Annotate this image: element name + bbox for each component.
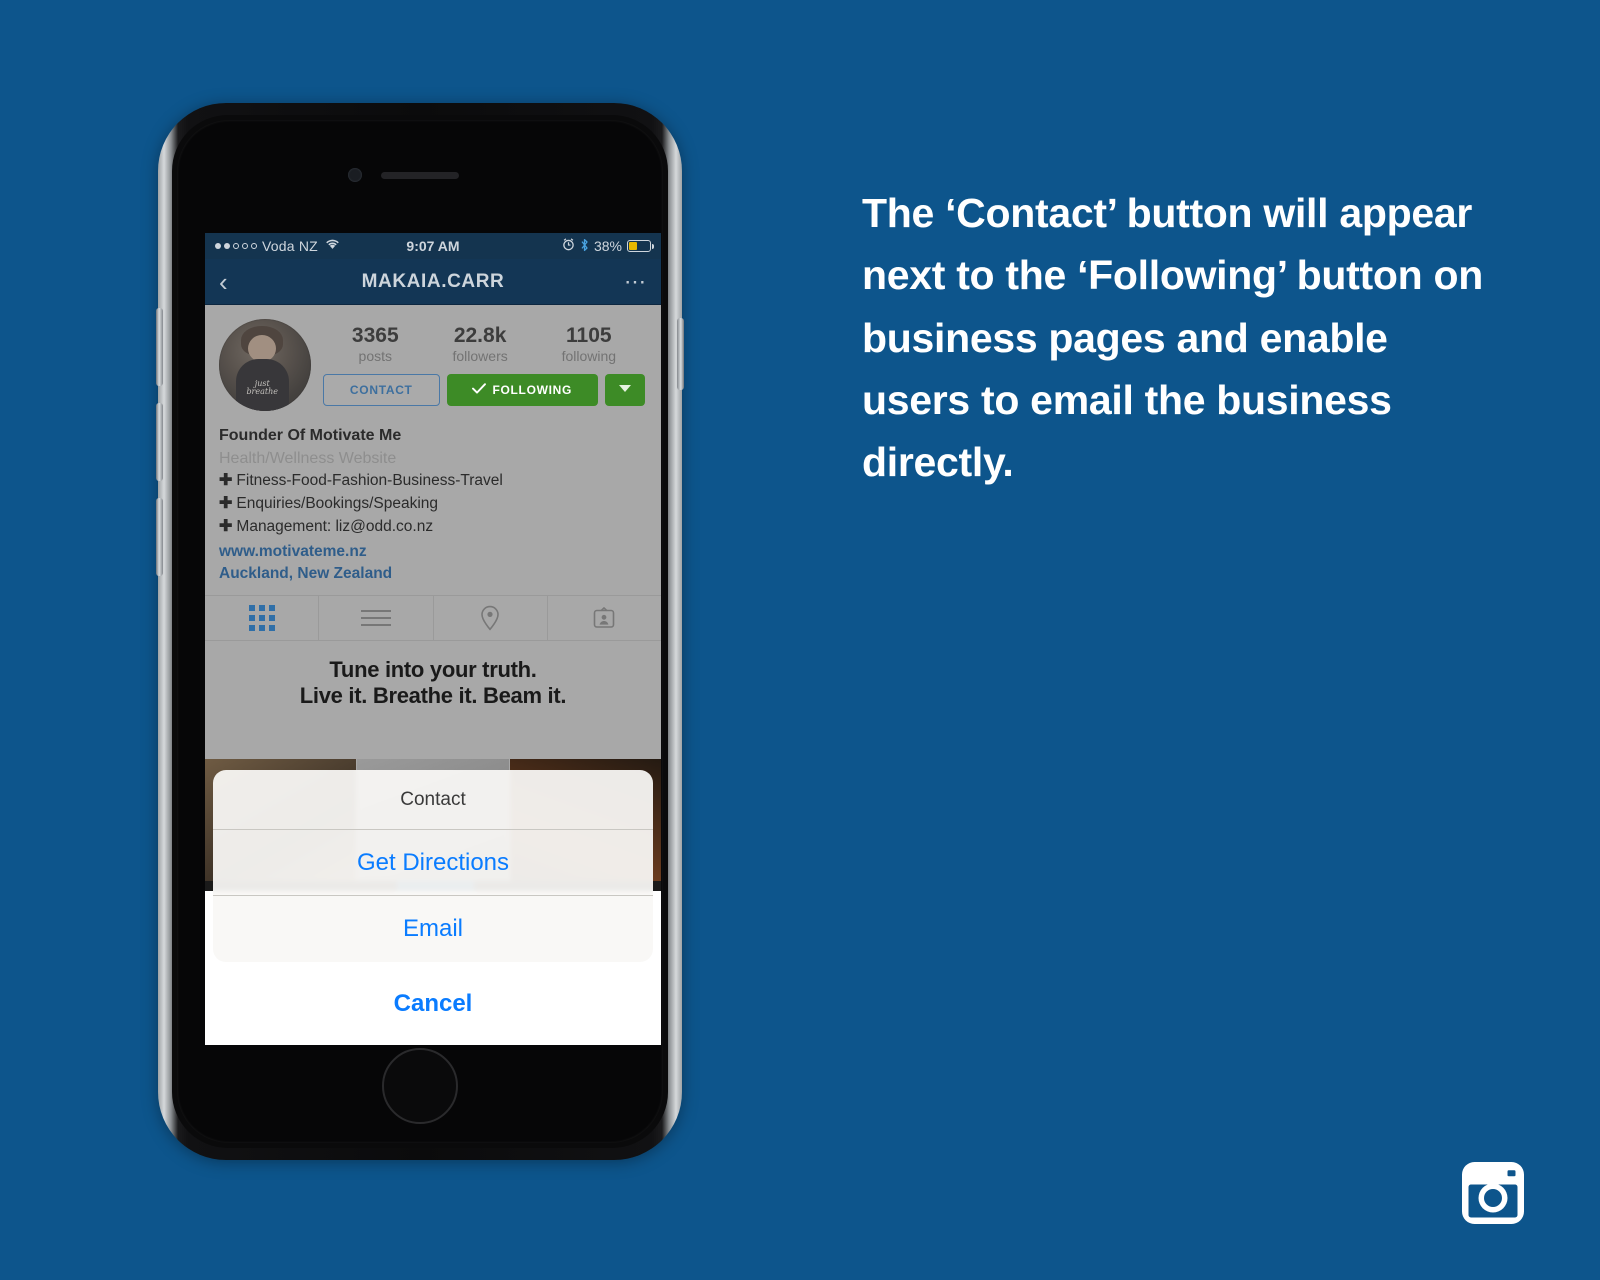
battery-icon [627, 240, 654, 252]
status-bar-right: 38% [562, 238, 654, 255]
email-option[interactable]: Email [213, 896, 653, 962]
front-camera-icon [348, 168, 362, 182]
instagram-logo [1448, 1148, 1538, 1238]
volume-down-button[interactable] [156, 498, 163, 576]
bluetooth-icon [580, 238, 589, 255]
more-options-button[interactable]: ⋯ [624, 270, 647, 292]
action-sheet-title: Contact [213, 770, 653, 830]
action-sheet-panel: Contact Get Directions Email [213, 770, 653, 962]
phone-screen: Voda NZ 9:07 AM 38% ‹ MAKAIA.CARR ⋯ just… [205, 233, 661, 1045]
alarm-clock-icon [562, 238, 575, 254]
cancel-button[interactable]: Cancel [213, 971, 653, 1037]
action-sheet: Contact Get Directions Email Cancel [213, 770, 653, 1037]
caption-text: The ‘Contact’ button will appear next to… [862, 190, 1483, 486]
power-button[interactable] [677, 318, 684, 390]
battery-percentage: 38% [593, 238, 622, 254]
get-directions-option[interactable]: Get Directions [213, 830, 653, 896]
iphone-mockup: Voda NZ 9:07 AM 38% ‹ MAKAIA.CARR ⋯ just… [156, 103, 684, 1160]
phone-bezel: Voda NZ 9:07 AM 38% ‹ MAKAIA.CARR ⋯ just… [172, 115, 668, 1148]
ring-switch-button[interactable] [156, 308, 163, 386]
earpiece-speaker [381, 172, 459, 179]
volume-up-button[interactable] [156, 403, 163, 481]
home-button[interactable] [382, 1048, 458, 1124]
